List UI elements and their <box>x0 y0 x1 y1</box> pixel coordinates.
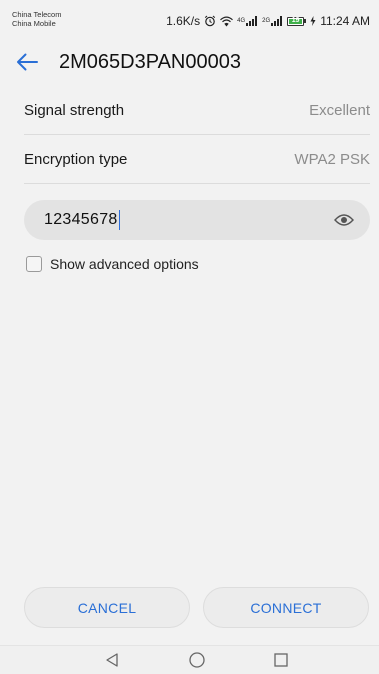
eye-icon[interactable] <box>334 213 354 227</box>
carrier-names: China Telecom China Mobile <box>12 10 61 28</box>
app-header: 2M065D3PAN00003 <box>0 42 379 82</box>
square-recents-icon[interactable] <box>269 650 293 670</box>
show-advanced-options[interactable]: Show advanced options <box>26 256 199 272</box>
battery-icon: 19 <box>287 16 307 26</box>
signal-strength-row: Signal strength Excellent <box>24 86 370 134</box>
signal-icon-sim1: 4G <box>237 16 258 26</box>
encryption-type-row: Encryption type WPA2 PSK <box>24 135 370 183</box>
advanced-options-label: Show advanced options <box>50 256 199 272</box>
arrow-left-icon <box>16 53 38 71</box>
signal-strength-label: Signal strength <box>24 101 125 119</box>
alarm-icon <box>204 15 216 27</box>
advanced-options-checkbox[interactable] <box>26 256 42 272</box>
triangle-back-icon[interactable] <box>100 650 124 670</box>
signal-icon-sim2: 2G <box>262 16 283 26</box>
password-field[interactable]: 12345678 <box>24 200 370 240</box>
encryption-type-label: Encryption type <box>24 150 128 168</box>
page-title: 2M065D3PAN00003 <box>59 50 241 73</box>
signal-strength-value: Excellent <box>309 101 370 119</box>
wifi-connect-screen: China Telecom China Mobile 1.6K/s 4G 2G … <box>0 0 379 674</box>
battery-level: 19 <box>291 16 300 24</box>
connect-button[interactable]: CONNECT <box>203 587 369 628</box>
sim1-label: 4G <box>237 18 246 24</box>
sim2-label: 2G <box>262 18 271 24</box>
status-time: 11:24 AM <box>320 14 370 28</box>
navigation-bar <box>0 645 379 674</box>
divider <box>24 183 370 184</box>
password-value: 12345678 <box>44 211 118 228</box>
text-cursor <box>118 210 121 230</box>
encryption-type-value: WPA2 PSK <box>294 150 370 168</box>
charging-icon <box>310 16 316 26</box>
back-button[interactable] <box>16 42 56 82</box>
net-speed: 1.6K/s <box>166 14 201 28</box>
carrier-2: China Mobile <box>12 19 56 28</box>
status-bar: China Telecom China Mobile 1.6K/s 4G 2G … <box>0 0 379 38</box>
carrier-1: China Telecom <box>12 10 62 19</box>
wifi-icon <box>220 16 234 27</box>
circle-home-icon[interactable] <box>185 650 209 670</box>
cancel-button[interactable]: CANCEL <box>24 587 190 628</box>
status-icons: 1.6K/s 4G 2G 19 11:24 AM <box>166 14 370 28</box>
